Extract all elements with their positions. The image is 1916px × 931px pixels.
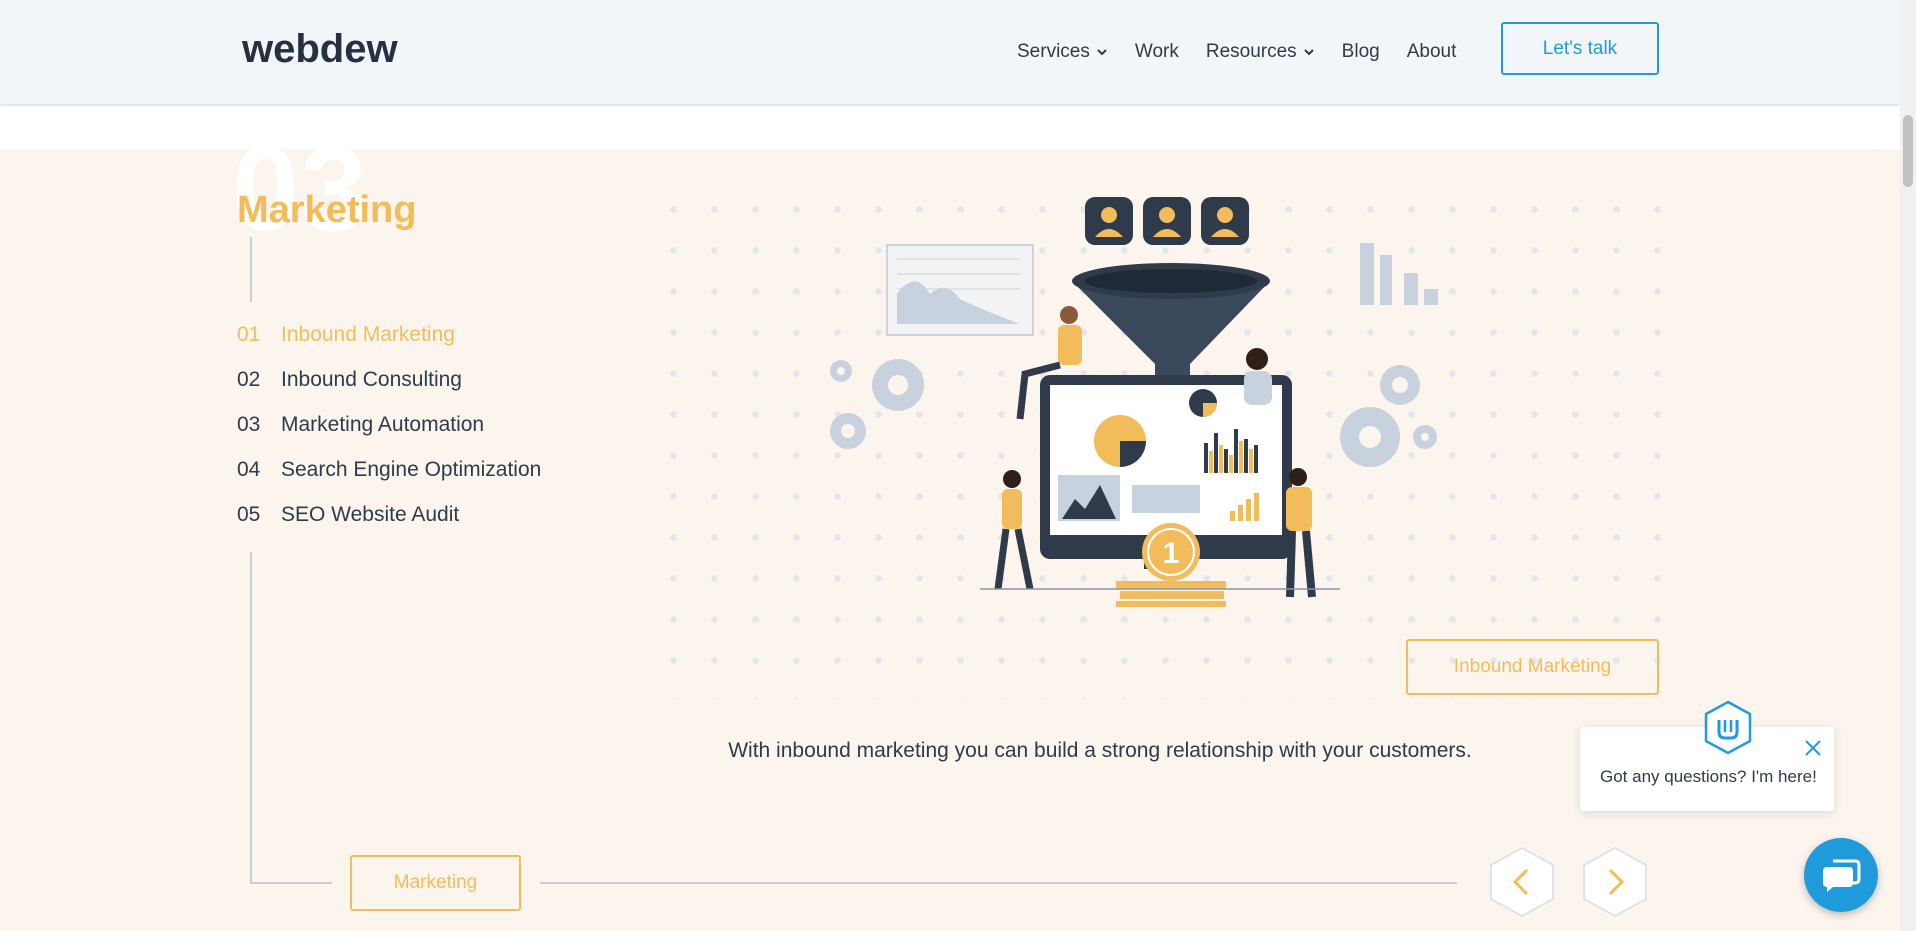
close-icon[interactable]: [1802, 737, 1824, 759]
main-nav: Services Work Resources Blog About: [1017, 0, 1483, 104]
service-list: 01 Inbound Marketing 02 Inbound Consulti…: [237, 323, 541, 548]
chat-bubble-icon: [1823, 859, 1861, 892]
nav-work-label: Work: [1134, 41, 1179, 62]
timeline-line: [540, 882, 1457, 884]
timeline-line: [250, 237, 252, 302]
inbound-marketing-illustration: 1: [830, 197, 1438, 607]
service-label: Inbound Consulting: [281, 368, 462, 391]
nav-resources[interactable]: Resources: [1206, 41, 1315, 63]
webdew-logo[interactable]: webdew: [242, 24, 422, 74]
service-number: 01: [237, 323, 261, 346]
service-number: 02: [237, 368, 261, 391]
area-chart-card: [886, 244, 1034, 336]
nav-services[interactable]: Services: [1017, 41, 1108, 63]
gear-icon: [1340, 365, 1437, 467]
nav-work[interactable]: Work: [1135, 41, 1179, 63]
chat-launcher-button[interactable]: [1804, 838, 1878, 912]
marketing-section: 03 Marketing 01 Inbound Marketing 02 Inb…: [0, 149, 1900, 931]
service-item-marketing-automation[interactable]: 03 Marketing Automation: [237, 413, 541, 458]
service-number: 04: [237, 458, 261, 481]
prev-arrow-button[interactable]: [1489, 846, 1555, 918]
service-description: With inbound marketing you can build a s…: [728, 739, 1472, 762]
service-number: 03: [237, 413, 261, 436]
nav-services-label: Services: [1017, 41, 1090, 62]
timeline-line: [250, 552, 252, 884]
service-number: 05: [237, 503, 261, 526]
section-title: Marketing: [237, 189, 417, 231]
service-item-inbound-marketing[interactable]: 01 Inbound Marketing: [237, 323, 541, 368]
person-illustration: [994, 470, 1034, 590]
chevron-down-icon: [1303, 49, 1314, 56]
service-item-inbound-consulting[interactable]: 02 Inbound Consulting: [237, 368, 541, 413]
nav-about[interactable]: About: [1407, 41, 1457, 63]
timeline-line: [250, 882, 332, 884]
service-label: Marketing Automation: [281, 413, 485, 436]
service-label: SEO Website Audit: [281, 503, 460, 526]
scrollbar-thumb[interactable]: [1903, 115, 1913, 187]
nav-blog-label: Blog: [1341, 41, 1380, 62]
inbound-marketing-tag[interactable]: Inbound Marketing: [1406, 639, 1659, 695]
person-illustration: [1244, 348, 1272, 405]
nav-about-label: About: [1406, 41, 1457, 62]
next-arrow-button[interactable]: [1582, 846, 1648, 918]
chat-brand-icon: [1704, 700, 1752, 755]
user-avatar-icon: [1085, 197, 1249, 245]
marketing-category-button[interactable]: Marketing: [350, 855, 521, 911]
page-scrollbar[interactable]: [1900, 0, 1916, 931]
coin-badge-number: 1: [1163, 537, 1180, 570]
chevron-down-icon: [1097, 49, 1107, 56]
service-item-seo-audit[interactable]: 05 SEO Website Audit: [237, 503, 541, 548]
bar-chart-icon: [1360, 243, 1438, 305]
logo-text: webdew: [242, 27, 398, 71]
chat-message: Got any questions? I'm here!: [1600, 767, 1817, 786]
lets-talk-button[interactable]: Let's talk: [1501, 22, 1659, 75]
nav-resources-label: Resources: [1205, 41, 1297, 62]
gear-icon: [830, 359, 924, 449]
service-item-seo[interactable]: 04 Search Engine Optimization: [237, 458, 541, 503]
service-label: Search Engine Optimization: [281, 458, 542, 481]
service-label: Inbound Marketing: [281, 323, 455, 346]
site-header: webdew Services Work Resources Blog Abou…: [0, 0, 1900, 104]
nav-blog[interactable]: Blog: [1342, 41, 1380, 63]
